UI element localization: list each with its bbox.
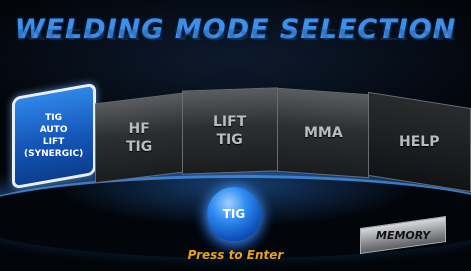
mode-label-line: LIFT [213, 114, 247, 130]
mode-button-mma[interactable]: MMA [277, 87, 369, 179]
mode-button-lift-tig[interactable]: LIFT TIG [182, 87, 278, 175]
mode-label-line: AUTO [40, 125, 68, 135]
mode-label-line: TIG [216, 132, 244, 148]
mode-button-hf-tig[interactable]: HF TIG [95, 92, 183, 184]
welding-mode-screen: WELDING MODE SELECTION WELDING MODE SELE… [0, 0, 471, 271]
mode-button-tig-auto-lift-synergic[interactable]: TIG AUTO LIFT (SYNERGIC) [12, 82, 96, 190]
help-label: HELP [399, 134, 440, 150]
enter-orb-button[interactable]: TIG [207, 187, 261, 241]
mode-label-line: TIG [45, 113, 63, 123]
memory-label: MEMORY [375, 228, 431, 242]
mode-label-line: LIFT [43, 137, 65, 147]
mode-label: MMA [303, 124, 343, 141]
help-button[interactable]: HELP [368, 91, 471, 193]
selected-mode-label: TIG [222, 207, 246, 221]
mode-label-line: TIG [125, 139, 153, 155]
mode-label-line: (SYNERGIC) [24, 149, 84, 159]
mode-label-line: HF [128, 121, 150, 137]
press-to-enter-hint: Press to Enter [187, 248, 284, 262]
